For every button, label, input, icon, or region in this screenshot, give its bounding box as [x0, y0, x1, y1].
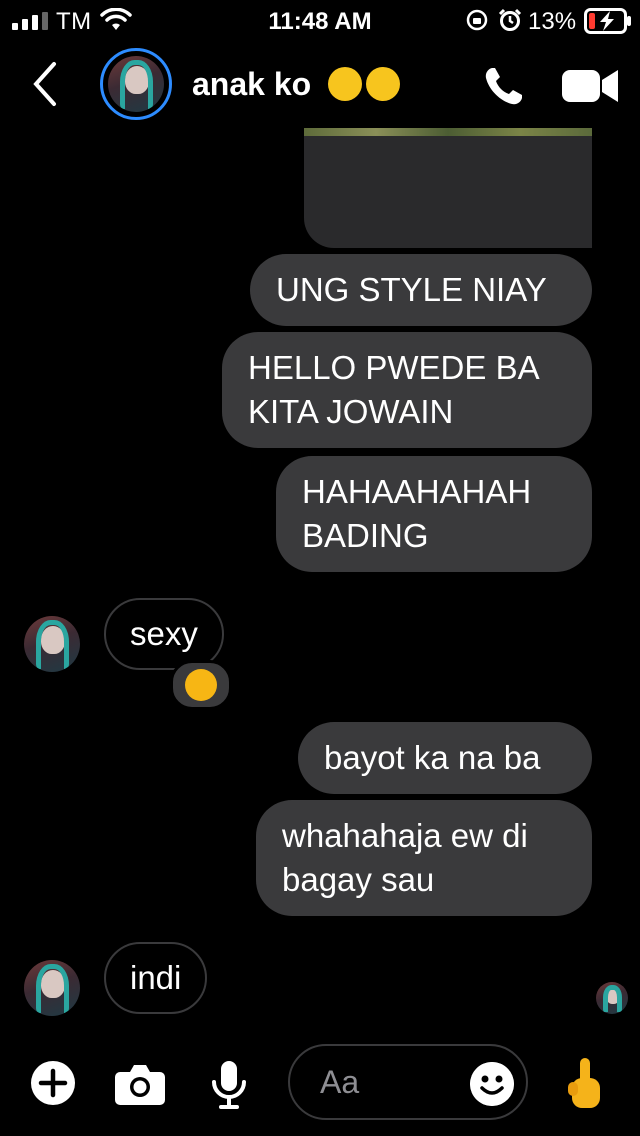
- message-text: HAHAAHAHAH BADING: [302, 473, 532, 554]
- contact-avatar[interactable]: [100, 48, 172, 120]
- sent-message[interactable]: bayot ka na ba: [298, 722, 592, 794]
- sent-message[interactable]: HELLO PWEDE BA KITA JOWAIN: [222, 332, 592, 448]
- message-text: sexy: [130, 615, 198, 652]
- microphone-icon[interactable]: [210, 1060, 248, 1110]
- chat-title[interactable]: anak ko: [192, 66, 401, 103]
- rofl-emoji-icon: [366, 67, 401, 101]
- phone-call-icon[interactable]: [482, 64, 526, 108]
- back-arrow-icon[interactable]: [30, 60, 60, 108]
- message-text: bayot ka na ba: [324, 739, 541, 776]
- received-message[interactable]: indi: [104, 942, 208, 1014]
- message-input-placeholder: Aa: [320, 1064, 360, 1100]
- add-icon[interactable]: [30, 1060, 76, 1106]
- battery-percentage: 13%: [528, 8, 577, 35]
- video-call-icon[interactable]: [562, 68, 618, 104]
- sent-image-message[interactable]: [304, 128, 592, 248]
- battery-charging-icon: [584, 8, 631, 34]
- message-text: indi: [130, 959, 182, 996]
- avatar-image: [596, 982, 628, 1014]
- seen-indicator-avatar: [596, 982, 628, 1014]
- quick-reaction-hand-emoji-icon[interactable]: [566, 1056, 606, 1112]
- image-preview: [304, 128, 592, 136]
- contact-avatar-small[interactable]: [24, 616, 80, 672]
- avatar-image: [24, 960, 80, 1016]
- rofl-emoji-icon: [328, 67, 363, 101]
- sent-message[interactable]: UNG STYLE NIAY: [250, 254, 592, 326]
- contact-avatar-small[interactable]: [24, 960, 80, 1016]
- message-text: whahahaja ew di bagay sau: [282, 817, 528, 898]
- status-bar: TM 11:48 AM 13%: [0, 0, 640, 40]
- avatar-image: [108, 56, 164, 112]
- message-input[interactable]: Aa: [288, 1044, 528, 1120]
- sent-message[interactable]: HAHAAHAHAH BADING: [276, 456, 592, 572]
- rotation-lock-icon: [466, 9, 488, 31]
- message-reaction[interactable]: [170, 660, 232, 710]
- emoji-picker-icon[interactable]: [470, 1062, 514, 1106]
- avatar-image: [24, 616, 80, 672]
- message-text: UNG STYLE NIAY: [276, 271, 547, 308]
- sent-message[interactable]: whahahaja ew di bagay sau: [256, 800, 592, 916]
- camera-icon[interactable]: [114, 1062, 166, 1106]
- contact-name: anak ko: [192, 66, 312, 102]
- message-text: HELLO PWEDE BA KITA JOWAIN: [248, 349, 538, 430]
- angry-face-emoji-icon: [185, 669, 217, 701]
- alarm-icon: [498, 8, 522, 31]
